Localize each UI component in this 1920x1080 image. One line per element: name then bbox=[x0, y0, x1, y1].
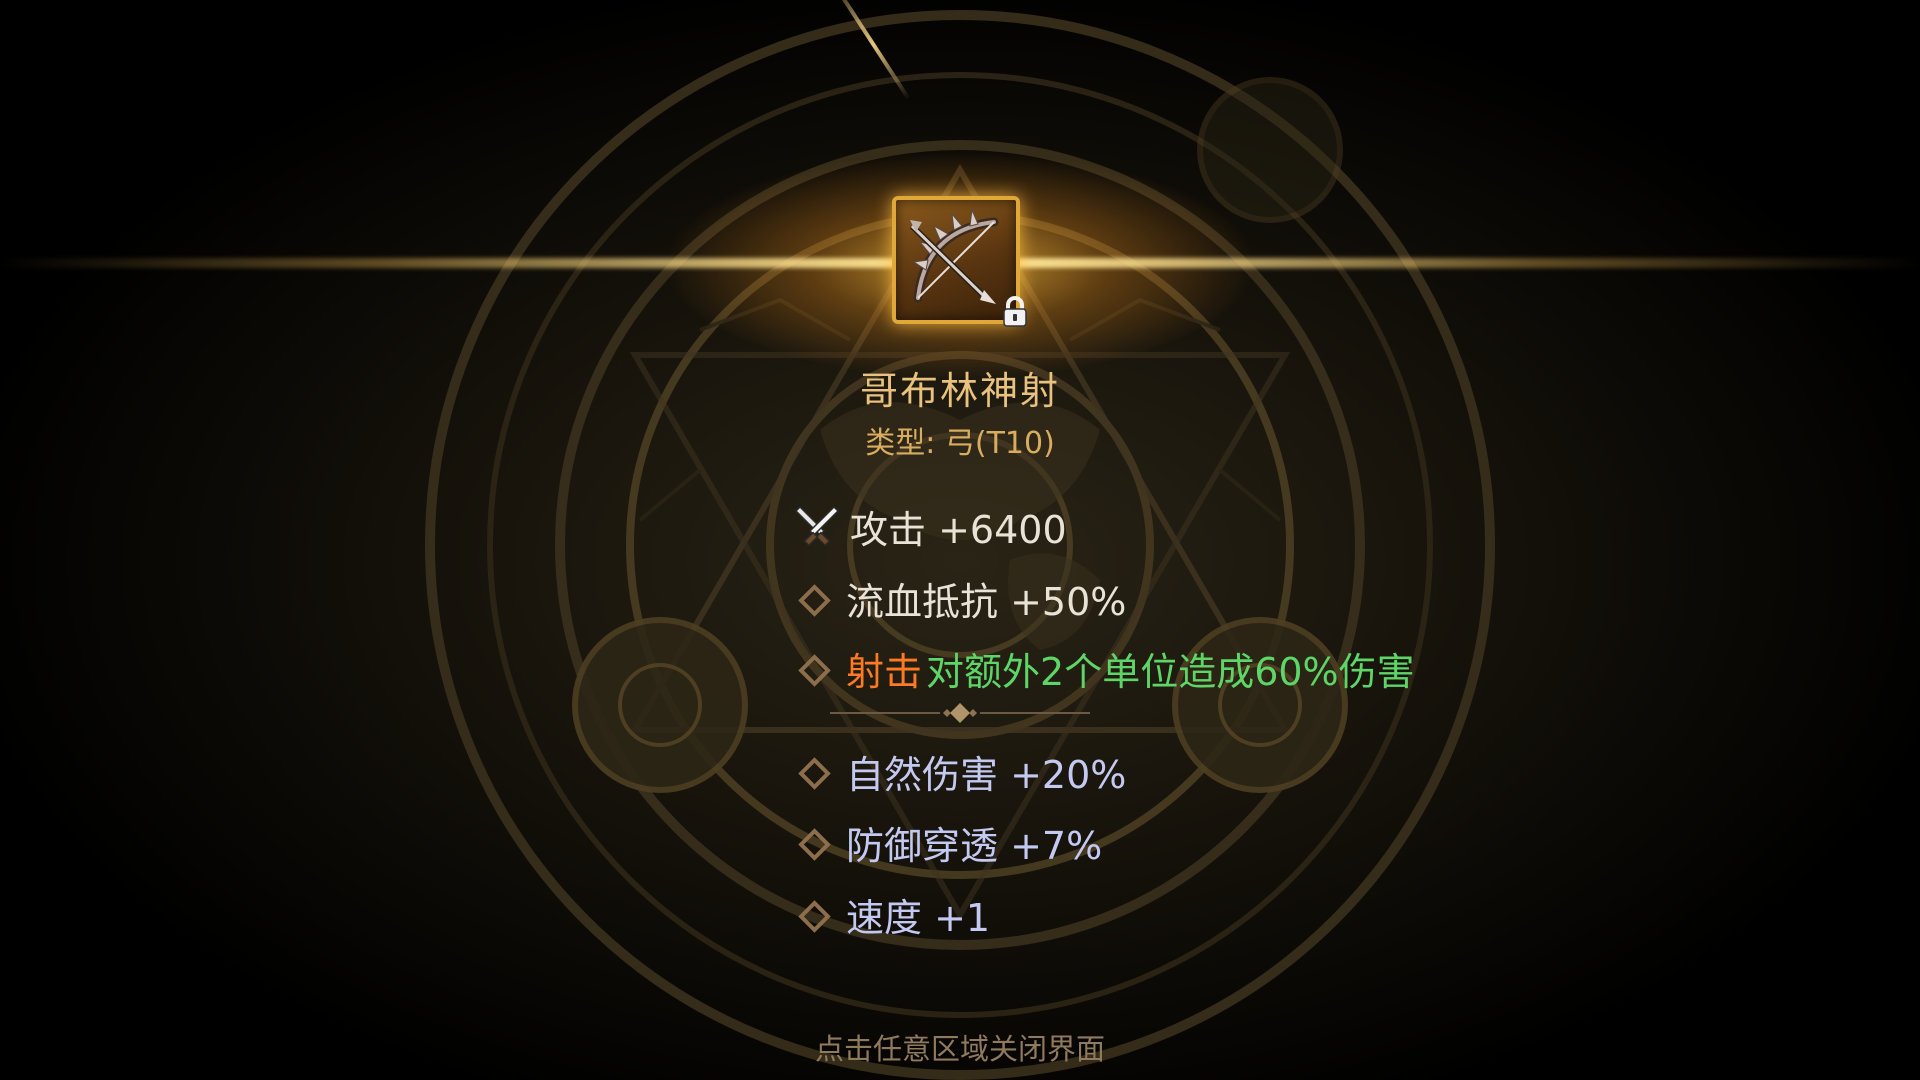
skill-name: 射击 bbox=[846, 649, 923, 694]
diamond-bullet-icon bbox=[798, 757, 826, 785]
stat-row-nature-damage: 自然伤害 +20% bbox=[798, 746, 1127, 797]
bow-icon bbox=[909, 208, 999, 304]
stat-label: 攻击 +6400 bbox=[850, 507, 1067, 552]
stat-row-attack: 攻击 +6400 bbox=[794, 501, 1067, 552]
lock-icon bbox=[1003, 296, 1027, 327]
diamond-bullet-icon bbox=[798, 900, 826, 928]
stat-label: 防御穿透 +7% bbox=[846, 823, 1103, 868]
diamond-bullet-icon bbox=[798, 654, 826, 682]
stat-row-bleed-resist: 流血抵抗 +50% bbox=[798, 573, 1127, 624]
stat-label: 自然伤害 +20% bbox=[846, 752, 1127, 797]
diamond-bullet-icon bbox=[798, 584, 826, 612]
item-name: 哥布林神射 bbox=[859, 369, 1060, 413]
stat-row-defense-penetration: 防御穿透 +7% bbox=[798, 817, 1103, 868]
item-type: 类型: 弓(T10) bbox=[865, 426, 1055, 461]
diamond-bullet-icon bbox=[798, 828, 826, 856]
item-detail-overlay[interactable]: 哥布林神射 类型: 弓(T10) 攻击 +6400 流血抵抗 +50% 射击 对… bbox=[0, 0, 1920, 1080]
close-hint[interactable]: 点击任意区域关闭界面 bbox=[0, 1026, 1920, 1068]
skill-description: 对额外2个单位造成60%伤害 bbox=[926, 649, 1415, 694]
section-divider bbox=[830, 703, 1090, 723]
stat-label: 速度 +1 bbox=[846, 895, 991, 940]
stat-row-skill: 射击 对额外2个单位造成60%伤害 bbox=[798, 643, 1415, 694]
crossed-swords-icon bbox=[794, 505, 840, 547]
stat-label: 流血抵抗 +50% bbox=[846, 579, 1127, 624]
stat-row-speed: 速度 +1 bbox=[798, 889, 991, 940]
